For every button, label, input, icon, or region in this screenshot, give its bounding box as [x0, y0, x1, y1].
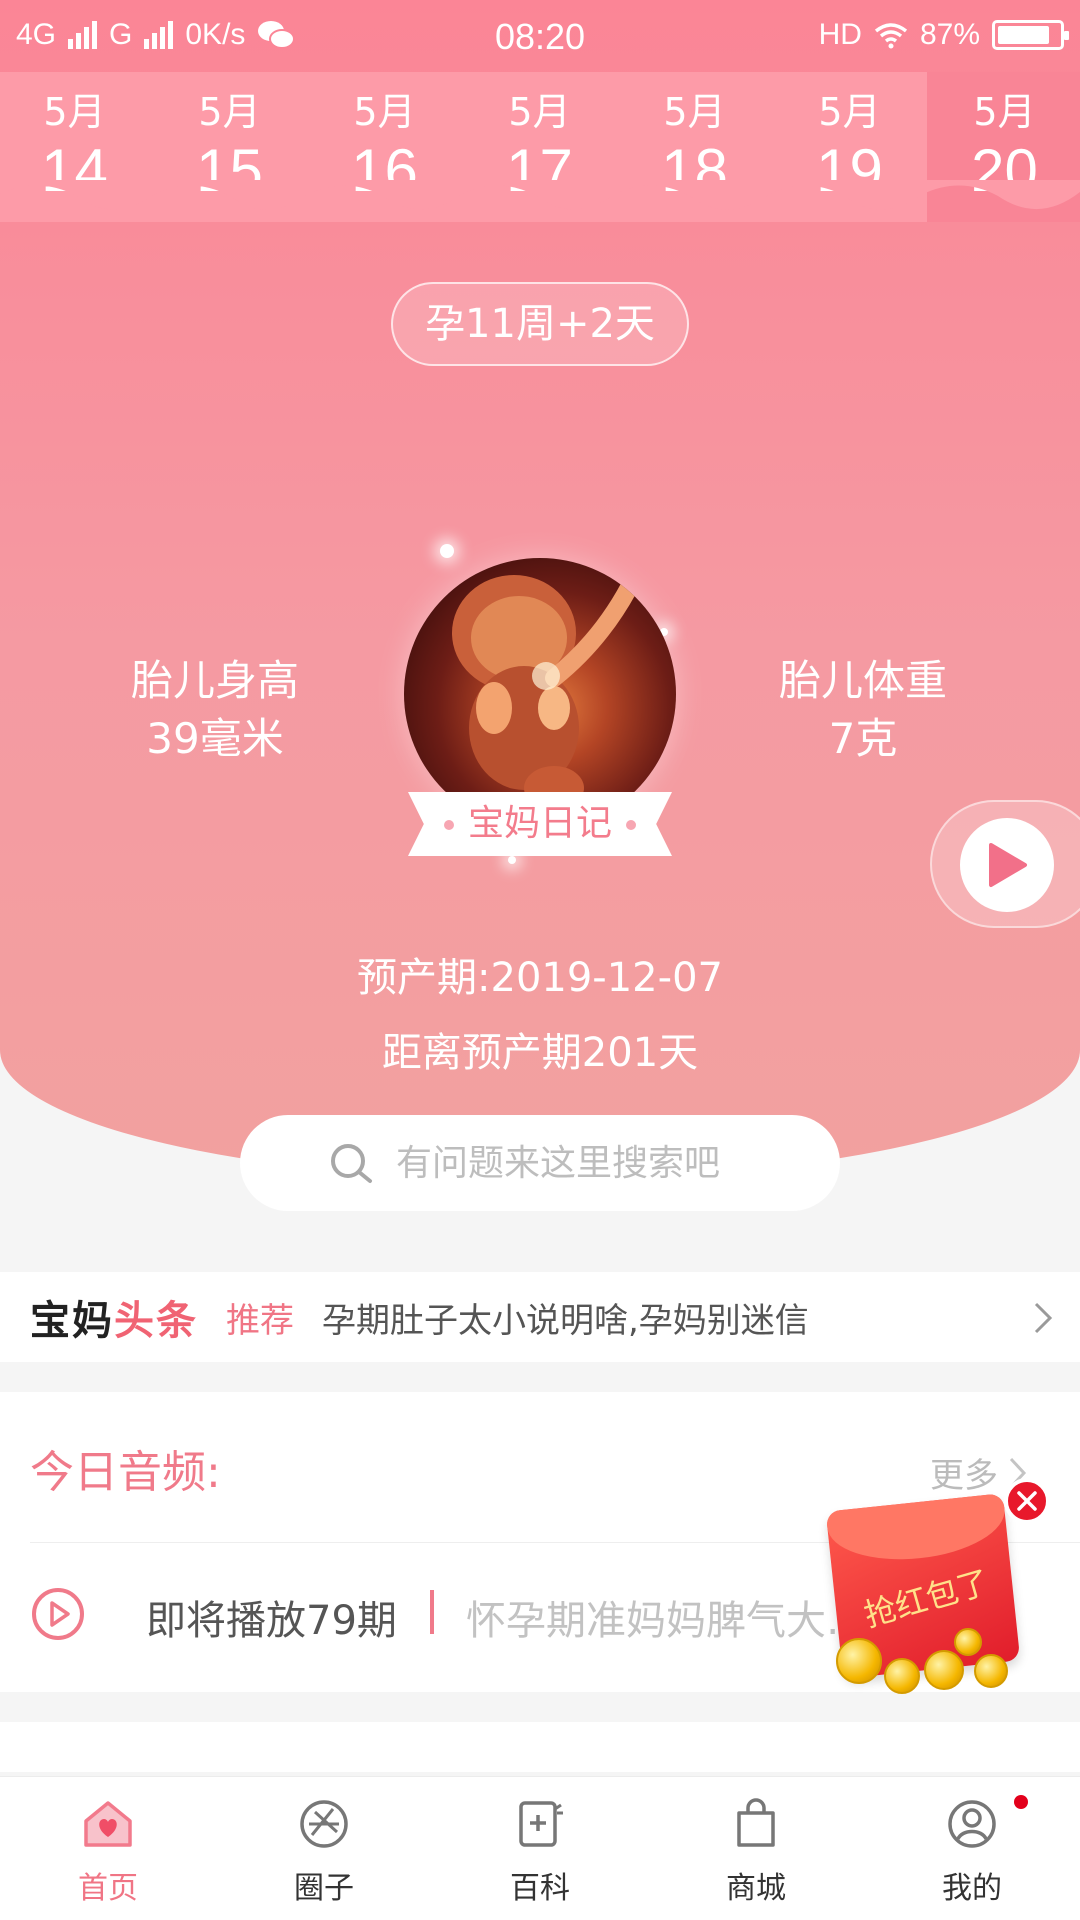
close-icon — [1017, 1491, 1037, 1511]
fetus-illustration — [452, 569, 643, 810]
encyclopedia-icon — [519, 1801, 563, 1847]
fetus-image[interactable] — [404, 558, 676, 830]
video-play-button[interactable] — [930, 800, 1080, 928]
pregnancy-week-pill[interactable]: 孕11周+2天 — [391, 282, 689, 366]
date-month: 5月 — [508, 90, 571, 134]
tab-encyclopedia[interactable]: 百科 — [432, 1777, 648, 1920]
coin-icon — [974, 1654, 1008, 1688]
hd-label: HD — [818, 18, 862, 51]
days-until-due: 距离预产期201天 — [381, 1030, 699, 1076]
date-month: 5月 — [818, 90, 881, 134]
headline-text: 孕期肚子太小说明啥,孕妈别迷信 — [322, 1300, 809, 1341]
coin-icon — [884, 1658, 920, 1694]
logo-part-a: 宝妈 — [30, 1298, 114, 1344]
coin-icon — [836, 1638, 882, 1684]
notification-dot — [1014, 1795, 1028, 1809]
mom-headlines-bar[interactable]: 宝妈头条 推荐 孕期肚子太小说明啥,孕妈别迷信 — [0, 1272, 1080, 1362]
logo-part-b: 头条 — [114, 1298, 198, 1344]
red-envelope-promo[interactable]: 抢红包了 — [824, 1478, 1050, 1708]
tab-label: 圈子 — [294, 1871, 354, 1906]
search-bar[interactable] — [240, 1115, 840, 1211]
play-circle-icon[interactable] — [30, 1586, 86, 1642]
search-input[interactable] — [396, 1142, 776, 1184]
date-month: 5月 — [198, 90, 261, 134]
date-month: 5月 — [353, 90, 416, 134]
red-envelope-label: 抢红包了 — [859, 1562, 994, 1635]
separator — [430, 1590, 434, 1634]
hero-banner: 4G G 0K/s 08:20 HD 87% 5月 14 5月 15 5月 16 5月 17 5… — [0, 0, 1080, 1180]
fetal-height-label: 胎儿身高 — [130, 656, 299, 705]
battery-percent: 87% — [919, 18, 980, 51]
fetal-weight-stat: 胎儿体重 7克 — [713, 652, 1013, 768]
date-month: 5月 — [43, 90, 106, 134]
date-month: 5月 — [663, 90, 726, 134]
date-strip-scallop-edge — [0, 180, 1080, 210]
coin-icon — [924, 1650, 964, 1690]
tab-mall[interactable]: 商城 — [648, 1777, 864, 1920]
date-month: 5月 — [973, 90, 1036, 134]
fetal-weight-value: 7克 — [828, 714, 898, 763]
episode-label: 即将播放79期 — [146, 1598, 397, 1644]
mom-diary-label: 宝妈日记 — [467, 803, 612, 844]
tab-home[interactable]: 首页 — [0, 1777, 216, 1920]
audio-section-title: 今日音频: — [30, 1447, 221, 1498]
battery-level — [998, 26, 1050, 44]
bottom-tab-bar: 首页 圈子 百科 商城 我的 — [0, 1776, 1080, 1920]
home-heart-icon — [84, 1801, 132, 1847]
content-placeholder — [0, 1722, 1080, 1772]
due-date: 预产期:2019-12-07 — [357, 955, 723, 1001]
battery-icon — [992, 20, 1069, 50]
circle-aperture-icon — [300, 1800, 348, 1848]
ribbon-dot — [443, 820, 454, 830]
ribbon-dot — [626, 820, 636, 830]
fetal-height-stat: 胎儿身高 39毫米 — [65, 652, 365, 768]
mom-diary-ribbon[interactable]: 宝妈日记 — [408, 792, 672, 856]
tab-label: 我的 — [942, 1871, 1002, 1906]
play-icon — [989, 843, 1027, 887]
tab-profile[interactable]: 我的 — [864, 1777, 1080, 1920]
tab-label: 首页 — [78, 1871, 138, 1906]
search-icon — [331, 1144, 372, 1183]
status-bar: 4G G 0K/s 08:20 HD 87% — [0, 0, 1080, 72]
status-right: HD 87% — [818, 18, 1069, 52]
fetal-height-value: 39毫米 — [146, 714, 284, 763]
sparkle-decoration — [440, 544, 454, 558]
sparkle-decoration — [508, 856, 516, 864]
fetal-weight-label: 胎儿体重 — [778, 656, 947, 705]
close-promo-button[interactable] — [1004, 1478, 1050, 1524]
profile-icon — [948, 1800, 996, 1848]
play-circle — [960, 818, 1054, 912]
tab-circle[interactable]: 圈子 — [216, 1777, 432, 1920]
mom-headlines-logo: 宝妈头条 — [30, 1288, 198, 1346]
recommend-tag: 推荐 — [226, 1300, 294, 1341]
tab-label: 商城 — [726, 1871, 786, 1906]
coin-icon — [954, 1628, 982, 1656]
tab-label: 百科 — [510, 1871, 570, 1906]
chevron-right-icon — [1034, 1302, 1053, 1334]
wifi-icon — [874, 23, 908, 49]
shopping-bag-icon — [737, 1798, 775, 1847]
